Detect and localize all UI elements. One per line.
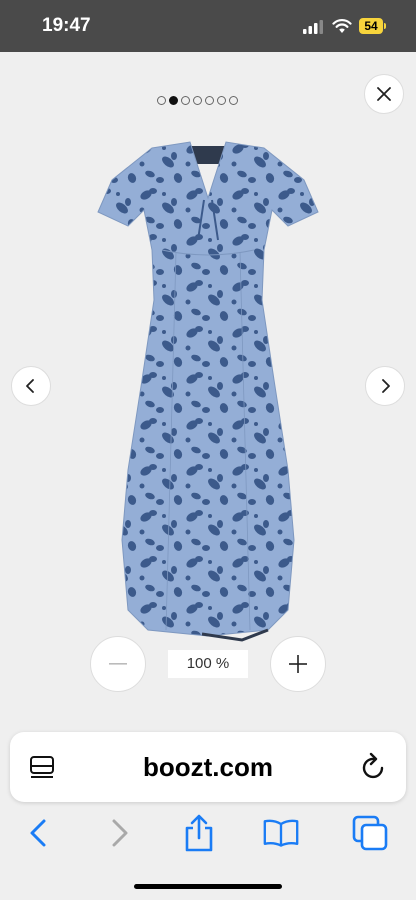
zoom-level-display: 100 % [168, 650, 248, 678]
pager-dot[interactable] [229, 96, 238, 105]
image-pager-dots[interactable] [157, 96, 238, 105]
plus-icon [289, 655, 307, 673]
minus-icon [109, 663, 127, 665]
bookmarks-button[interactable] [263, 815, 299, 851]
status-bar: 19:47 54 [0, 0, 416, 52]
back-arrow-icon [30, 819, 46, 847]
zoom-out-button[interactable] [90, 636, 146, 692]
status-time: 19:47 [42, 15, 91, 36]
pager-dot[interactable] [217, 96, 226, 105]
product-image-dress[interactable] [92, 140, 324, 652]
zoom-in-button[interactable] [270, 636, 326, 692]
tabs-button[interactable] [352, 815, 388, 851]
previous-image-button[interactable] [11, 366, 51, 406]
close-icon [377, 87, 391, 101]
reload-icon[interactable] [360, 752, 388, 782]
back-button[interactable] [20, 815, 56, 851]
forward-arrow-icon [112, 819, 128, 847]
share-button[interactable] [181, 814, 217, 852]
home-indicator [134, 884, 282, 889]
book-icon [263, 819, 299, 847]
address-bar[interactable]: boozt.com [10, 732, 406, 802]
url-text[interactable]: boozt.com [70, 752, 346, 783]
close-button[interactable] [364, 74, 404, 114]
chevron-right-icon [382, 379, 390, 393]
image-viewer: 100 % [0, 52, 416, 720]
pager-dot[interactable] [193, 96, 202, 105]
next-image-button[interactable] [365, 366, 405, 406]
wifi-icon [332, 19, 352, 33]
page-menu-icon[interactable] [28, 754, 56, 782]
tabs-icon [352, 815, 388, 851]
battery-tip [384, 23, 386, 29]
share-icon [185, 814, 213, 852]
battery-indicator: 54 [359, 18, 383, 34]
forward-button[interactable] [102, 815, 138, 851]
pager-dot[interactable] [181, 96, 190, 105]
browser-toolbar [0, 805, 416, 865]
chevron-left-icon [26, 379, 34, 393]
pager-dot[interactable] [205, 96, 214, 105]
pager-dot[interactable] [169, 96, 178, 105]
pager-dot[interactable] [157, 96, 166, 105]
cellular-signal-icon [303, 20, 323, 34]
